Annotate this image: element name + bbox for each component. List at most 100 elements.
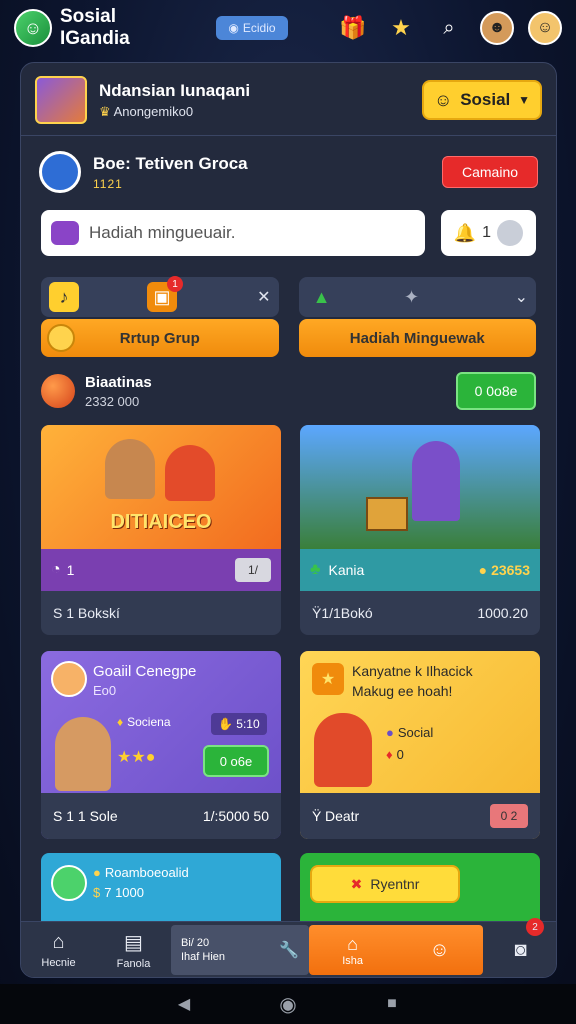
ball-icon bbox=[41, 374, 75, 408]
card-invite[interactable]: ★ Kanyatne k Ilhacick Makug ee hoah! ● S… bbox=[300, 651, 540, 839]
card-bar: ◔ 1 1/ bbox=[41, 549, 281, 591]
section-header: Biaatinas 2332 000 0 0o8e bbox=[21, 369, 556, 413]
divider bbox=[21, 135, 556, 136]
nav-second-label: Fanola bbox=[116, 958, 151, 970]
user-avatar[interactable]: ☺ bbox=[14, 9, 52, 47]
tab-group-left: ♪ ▣ 1 ✕ bbox=[41, 276, 279, 317]
house-icon: ⌂ bbox=[347, 933, 359, 954]
back-icon[interactable]: ◀ bbox=[175, 995, 193, 1013]
friend-avatar-icon[interactable]: ☻ bbox=[480, 11, 514, 45]
card-tag-pill: ✋ 5:10 bbox=[211, 713, 267, 735]
tabs-row: ♪ ▣ 1 ✕ ▲ ✦ ⌄ bbox=[21, 276, 556, 317]
notification-badge: 2 bbox=[526, 918, 544, 936]
group-action-button[interactable]: Camaino bbox=[442, 156, 538, 188]
card-footer-left: Ϋ1/1Bokó bbox=[312, 605, 373, 621]
chevron-down-icon[interactable]: ⌄ bbox=[515, 287, 528, 307]
search-input[interactable]: Hadiah mingueuair. bbox=[41, 210, 425, 256]
card-title-line2: Makug ee hoah! bbox=[352, 683, 453, 699]
nav-middle[interactable]: Bi/ 20 Ihaf Hien 🔧 bbox=[171, 925, 309, 975]
home-circle-icon[interactable]: ◉ bbox=[279, 994, 297, 1016]
tab-badge: 1 bbox=[167, 276, 183, 292]
person-icon bbox=[314, 713, 372, 787]
nav-second[interactable]: ▤ Fanola bbox=[96, 922, 171, 977]
tools-icon: ✖ bbox=[350, 875, 363, 892]
chevron-down-icon: ▼ bbox=[518, 93, 530, 107]
status-pill[interactable]: ◉ Ecidio bbox=[216, 16, 288, 40]
bell-icon: ◙ bbox=[514, 938, 527, 961]
smile-icon: ☺ bbox=[434, 89, 453, 110]
card-small-value: ♦ 0 bbox=[386, 747, 404, 762]
card-footer: S 1 1 Sole 1/:5000 50 bbox=[41, 793, 281, 839]
section-title: Biaatinas bbox=[85, 373, 152, 391]
card-line1: ● Roamboeoalid bbox=[93, 865, 189, 880]
card-reward[interactable]: ● Roamboeoalid $ 7 1000 bbox=[41, 853, 281, 923]
person-icon bbox=[165, 445, 215, 501]
card-tag: ● Social bbox=[386, 725, 433, 740]
star-icon: ★ bbox=[312, 663, 344, 695]
group-avatar[interactable] bbox=[39, 151, 81, 193]
document-icon: ▤ bbox=[124, 932, 143, 954]
card-footer-pill[interactable]: 0 2 bbox=[490, 804, 528, 828]
card-footer-right: 1000.20 bbox=[477, 605, 528, 621]
nav-mid-label2: Ihaf Hien bbox=[181, 951, 226, 963]
person-icon bbox=[105, 439, 155, 499]
recents-icon[interactable]: ■ bbox=[383, 995, 401, 1013]
close-icon[interactable]: ✕ bbox=[257, 287, 270, 307]
weekly-reward-button[interactable]: Hadiah Minguewak bbox=[298, 319, 536, 357]
chip-icon: ◉ bbox=[228, 21, 239, 35]
gamepad-tab-icon[interactable]: ✦ bbox=[397, 282, 427, 312]
card-group-challenge[interactable]: Goaiil Cenegpe Eo0 ♦ Sociena ✋ 5:10 ★★● … bbox=[41, 651, 281, 839]
card-bar: ♣ Kania ● 23653 bbox=[300, 549, 540, 591]
status-pill-label: Ecidio bbox=[242, 21, 276, 35]
card-bar-value: 23653 bbox=[491, 562, 530, 578]
card-celebration[interactable]: DITIAICEO ◔ 1 1/ S 1 Bokskí bbox=[41, 425, 281, 635]
trophy-icon[interactable]: ★ bbox=[384, 11, 418, 45]
profile-picture[interactable] bbox=[35, 76, 87, 124]
social-button[interactable]: ☺ Sosial ▼ bbox=[422, 80, 542, 120]
group-code: 1121 bbox=[93, 176, 123, 191]
search-input-value: Hadiah mingueuair. bbox=[89, 223, 236, 242]
coin-icon: ● bbox=[93, 865, 101, 880]
card-title-line1: Kanyatne k Ilhacick bbox=[352, 663, 473, 679]
nav-home-label: Hecnie bbox=[41, 957, 76, 969]
counter-toggle[interactable]: 🔔 1 bbox=[440, 210, 536, 256]
face-icon: ☺ bbox=[23, 17, 43, 38]
card-banner: DITIAICEO bbox=[110, 511, 212, 533]
avatar bbox=[51, 865, 87, 901]
card-treasure[interactable]: ♣ Kania ● 23653 Ϋ1/1Bokó 1000.20 bbox=[300, 425, 540, 635]
person-icon bbox=[412, 441, 460, 521]
card-footer-left: Ϋ Deatr bbox=[312, 808, 360, 824]
card-green-button[interactable]: 0 o6e bbox=[203, 745, 269, 777]
card-bar-pill[interactable]: 1/ bbox=[235, 558, 271, 582]
search-icon[interactable]: ⌕ bbox=[432, 11, 466, 45]
treasure-chest-icon bbox=[366, 497, 408, 531]
card-event[interactable]: ✖ Ryentnr bbox=[300, 853, 540, 923]
group-row: Boe: Tetiven Groca 1121 Camaino bbox=[21, 145, 556, 199]
card-tag-label: Sociena bbox=[127, 715, 171, 729]
tree-tab-icon[interactable]: ▲ bbox=[307, 282, 337, 312]
home-icon: ⌂ bbox=[52, 931, 65, 953]
card-tag-label: Social bbox=[397, 725, 434, 740]
setup-group-button[interactable]: Rrtup Grup bbox=[41, 319, 279, 357]
card-footer-left: S 1 1 Sole bbox=[53, 808, 118, 824]
nav-active[interactable]: ⌂ Isha ☺ bbox=[309, 925, 483, 975]
bell-tab-icon[interactable]: ♪ bbox=[49, 282, 79, 312]
event-button[interactable]: ✖ Ryentnr bbox=[310, 865, 460, 903]
chat-icon bbox=[51, 221, 79, 245]
gift-icon[interactable]: 🎁 bbox=[336, 11, 370, 45]
coin-icon bbox=[47, 324, 75, 352]
counter-value: 1 bbox=[482, 224, 491, 241]
treasure-image bbox=[300, 425, 540, 549]
section-action-button[interactable]: 0 0o8e bbox=[456, 372, 536, 410]
nav-home[interactable]: ⌂ Hecnie bbox=[21, 922, 96, 977]
profile-row: Ndansian Iunaqani ♛ Anongemiko0 ☺ Sosial… bbox=[21, 73, 556, 127]
card-line2-text: 7 1000 bbox=[104, 885, 144, 900]
badge-icon: ♦ bbox=[117, 715, 124, 729]
action-buttons-row: Rrtup Grup Hadiah Minguewak bbox=[21, 319, 556, 357]
card-title: Goaiil Cenegpe bbox=[93, 663, 197, 680]
profile-avatar-icon[interactable]: ☺ bbox=[528, 11, 562, 45]
chest-tab-icon[interactable]: ▣ 1 bbox=[147, 276, 183, 312]
clock-icon: ◔ bbox=[51, 561, 61, 578]
nav-notifications[interactable]: ◙ 2 bbox=[483, 918, 556, 977]
setup-group-label: Rrtup Grup bbox=[119, 329, 200, 347]
